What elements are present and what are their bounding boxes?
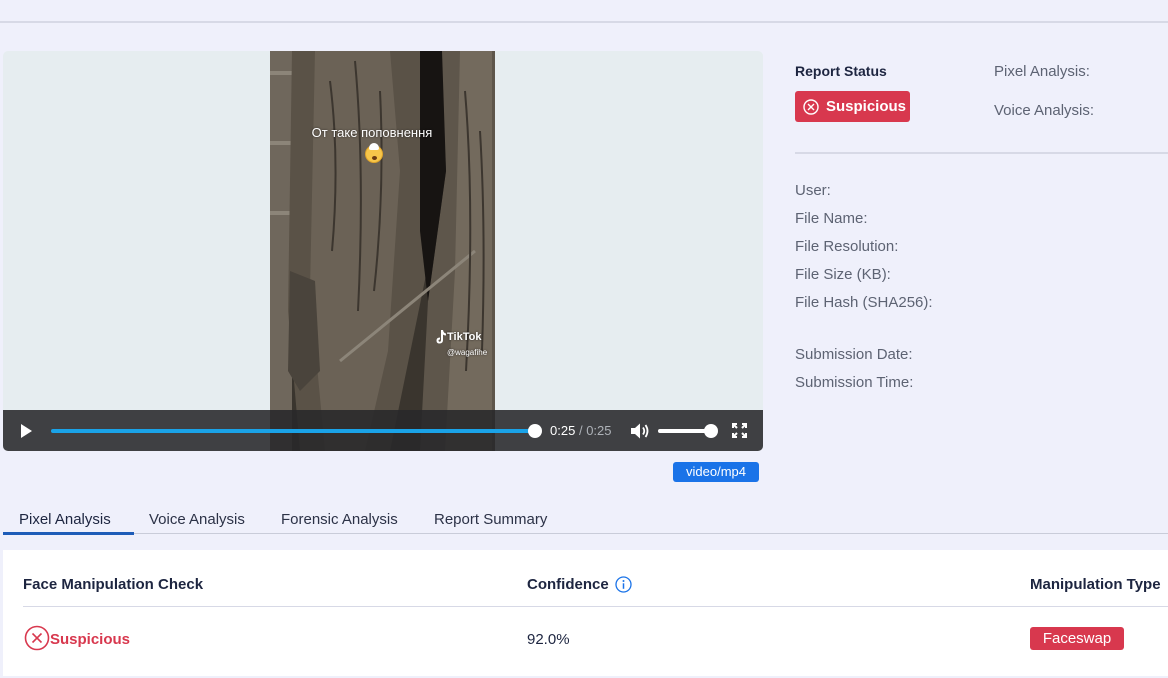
- pixel-analysis-label: Pixel Analysis:: [994, 63, 1090, 80]
- time-display: 0:25 / 0:25: [550, 423, 612, 438]
- submission-date-label: Submission Date:: [795, 346, 913, 363]
- play-icon[interactable]: [18, 423, 34, 439]
- volume-slider[interactable]: [658, 424, 718, 438]
- seek-bar-handle[interactable]: [528, 424, 542, 438]
- volume-slider-handle[interactable]: [703, 424, 718, 438]
- tabs-divider: [3, 533, 1168, 534]
- time-separator: /: [578, 423, 583, 438]
- top-divider: [0, 21, 1168, 23]
- result-status: Suspicious: [50, 631, 131, 648]
- video-controls: 0:25 / 0:25: [3, 410, 763, 451]
- duration: 0:25: [586, 423, 612, 438]
- fullscreen-icon[interactable]: [732, 423, 747, 438]
- active-tab-indicator: [3, 532, 134, 535]
- report-status-badge: Suspicious: [795, 91, 910, 122]
- volume-icon[interactable]: [630, 422, 650, 440]
- current-time: 0:25: [550, 423, 576, 438]
- seek-bar-fill: [51, 429, 535, 433]
- tiktok-handle: @wagafihe: [447, 348, 488, 357]
- header-divider: [23, 606, 1168, 607]
- report-page: От таке поповнення TikTok @wagafihe 0:25…: [0, 0, 1168, 678]
- side-divider: [795, 152, 1168, 154]
- header-face-manipulation-check: Face Manipulation Check: [23, 576, 204, 593]
- file-hash-label: File Hash (SHA256):: [795, 294, 933, 311]
- x-circle-icon: [24, 625, 50, 651]
- info-icon[interactable]: [615, 576, 632, 593]
- tab-pixel-analysis[interactable]: Pixel Analysis: [19, 511, 111, 528]
- confidence-value: 92.0%: [527, 631, 570, 648]
- tab-forensic-analysis[interactable]: Forensic Analysis: [281, 511, 398, 528]
- user-label: User:: [795, 182, 831, 199]
- report-status-value: Suspicious: [826, 98, 907, 115]
- analysis-tabs: Pixel Analysis Voice Analysis Forensic A…: [3, 508, 569, 534]
- manipulation-type-badge: Faceswap: [1030, 627, 1124, 650]
- file-name-label: File Name:: [795, 210, 868, 227]
- file-size-label: File Size (KB):: [795, 266, 891, 283]
- header-manipulation-type: Manipulation Type: [1030, 576, 1161, 593]
- results-table: Face Manipulation Check Confidence Manip…: [3, 550, 1168, 676]
- mime-type-badge: video/mp4: [673, 462, 759, 482]
- video-frame[interactable]: От таке поповнення TikTok @wagafihe: [270, 51, 495, 451]
- seek-bar[interactable]: [51, 424, 542, 438]
- submission-time-label: Submission Time:: [795, 374, 914, 391]
- tab-voice-analysis[interactable]: Voice Analysis: [149, 511, 245, 528]
- video-caption: От таке поповнення: [311, 125, 433, 140]
- x-circle-icon: [803, 99, 819, 115]
- video-player[interactable]: От таке поповнення TikTok @wagafihe 0:25…: [3, 51, 763, 451]
- report-status-label: Report Status: [795, 63, 887, 79]
- tab-report-summary[interactable]: Report Summary: [434, 511, 547, 528]
- tiktok-watermark: TikTok: [447, 331, 482, 343]
- file-resolution-label: File Resolution:: [795, 238, 899, 255]
- video-still-image: [270, 51, 495, 451]
- header-confidence: Confidence: [527, 576, 609, 593]
- exploding-head-emoji-icon: [365, 143, 383, 163]
- voice-analysis-label: Voice Analysis:: [994, 102, 1095, 119]
- tiktok-logo-icon: [436, 330, 446, 344]
